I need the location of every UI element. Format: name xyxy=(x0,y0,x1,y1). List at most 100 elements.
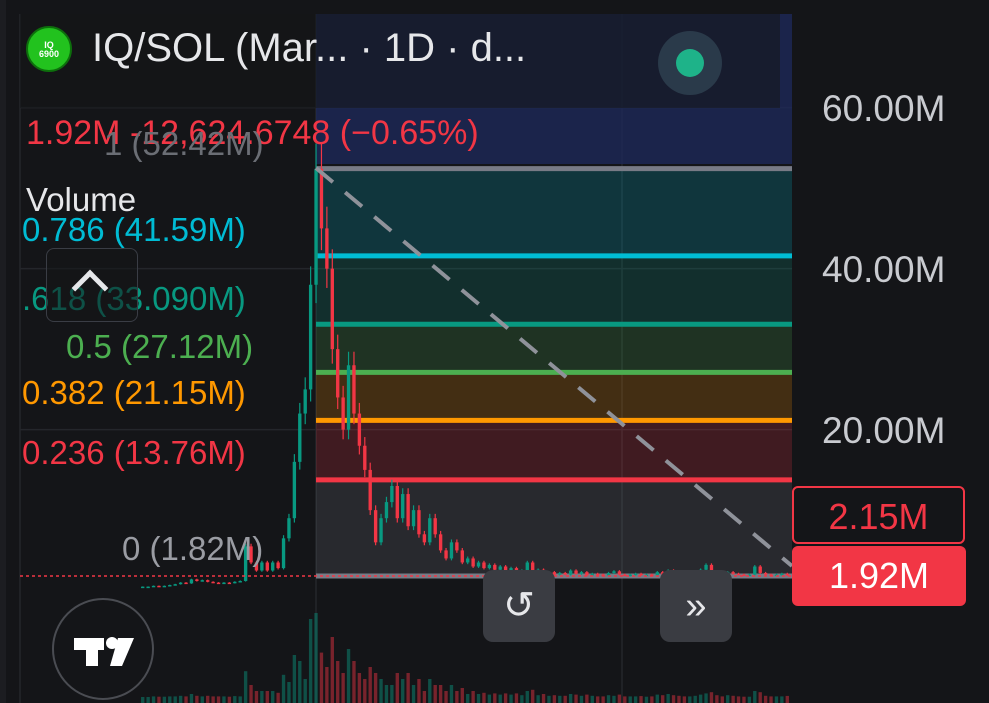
volume-bar xyxy=(346,649,351,703)
candle-body xyxy=(395,486,399,519)
volume-bar xyxy=(449,685,454,703)
volume-bar xyxy=(281,674,286,703)
candle-body xyxy=(736,573,741,576)
volume-bar xyxy=(753,691,757,703)
candle-body xyxy=(763,572,768,575)
candle-body xyxy=(785,573,789,576)
candle-body xyxy=(476,562,481,567)
volume-bar xyxy=(438,685,443,703)
candle-body xyxy=(590,573,594,576)
volume-bar xyxy=(742,696,746,703)
volume-bar xyxy=(455,691,459,703)
volume-bar xyxy=(401,679,405,703)
candle-body xyxy=(330,268,334,350)
volume-bar xyxy=(525,691,529,703)
volume-bar xyxy=(671,695,676,703)
scroll-to-latest-icon: » xyxy=(685,585,707,627)
candle-body xyxy=(325,228,329,269)
candle-body xyxy=(444,550,448,559)
volume-bar xyxy=(623,696,627,703)
candle-body xyxy=(200,580,204,582)
candle-body xyxy=(384,502,389,519)
volume-bar xyxy=(536,695,540,703)
candle-body xyxy=(466,558,470,563)
candle-body xyxy=(227,582,232,585)
candle-body xyxy=(379,518,383,543)
candle-body xyxy=(428,518,432,543)
volume-bar xyxy=(466,694,470,703)
volume-bar xyxy=(460,688,464,703)
candle-body xyxy=(596,573,600,576)
volume-bar xyxy=(363,679,367,703)
volume-bar xyxy=(433,685,437,703)
candle-body xyxy=(655,572,659,576)
volume-bar xyxy=(774,696,779,703)
collapse-legend-button[interactable] xyxy=(46,248,138,322)
candle-body xyxy=(151,585,156,588)
volume-bar xyxy=(178,695,183,703)
symbol-title[interactable]: IQ/SOL (Mar... · 1D · d... xyxy=(92,26,526,71)
candle-body xyxy=(617,571,622,575)
volume-bar xyxy=(503,693,508,703)
candle-body xyxy=(455,542,459,551)
candle-body xyxy=(189,579,194,584)
volume-bar xyxy=(368,667,372,703)
market-status-button[interactable] xyxy=(658,31,722,95)
volume-bar xyxy=(590,695,594,703)
fib-label-0: 0 (1.82M) xyxy=(122,530,264,567)
volume-bar xyxy=(769,696,773,703)
volume-bar xyxy=(157,696,161,703)
candle-body xyxy=(184,582,188,585)
volume-bar xyxy=(238,696,242,703)
candle-body xyxy=(460,550,464,563)
volume-bar xyxy=(173,696,177,703)
volume-bar xyxy=(726,695,730,703)
reset-chart-button[interactable]: ↺ xyxy=(483,570,555,642)
volume-bar xyxy=(189,694,194,703)
candle-body xyxy=(579,572,584,574)
volume-bar xyxy=(736,696,741,703)
candle-body xyxy=(141,586,145,589)
volume-bar xyxy=(222,696,226,703)
volume-bar xyxy=(758,692,762,703)
tradingview-logo-icon[interactable] xyxy=(52,598,154,700)
volume-bar xyxy=(785,695,789,703)
candle-body xyxy=(422,534,427,543)
price-axis-label-60m: 60.00M xyxy=(822,88,946,129)
volume-bar xyxy=(298,661,302,703)
volume-bar xyxy=(780,696,784,703)
volume-bar xyxy=(709,692,714,703)
price-axis-label-20m: 20.00M xyxy=(822,410,946,451)
candle-body xyxy=(336,349,340,398)
high-price-tag: 2.15M xyxy=(792,486,965,544)
candle-body xyxy=(493,564,497,570)
candle-body xyxy=(406,494,410,527)
candle-body xyxy=(352,365,356,414)
volume-bar xyxy=(379,679,383,703)
candle-body xyxy=(606,572,611,576)
volume-bar xyxy=(303,679,307,703)
candle-body xyxy=(780,573,784,576)
volume-bar xyxy=(633,696,638,703)
fib-label-05: 0.5 (27.12M) xyxy=(66,328,254,365)
symbol-logo-text: IQ 6900 xyxy=(38,40,60,59)
candle-body xyxy=(390,486,394,503)
left-pane-edge xyxy=(0,0,6,703)
symbol-logo: IQ 6900 xyxy=(26,26,72,72)
volume-bar xyxy=(585,694,589,703)
volume-bar xyxy=(493,693,497,703)
volume-bar xyxy=(227,696,232,703)
candle-body xyxy=(157,585,161,588)
scroll-to-latest-button[interactable]: » xyxy=(660,570,732,642)
candle-body xyxy=(433,518,437,535)
candle-body xyxy=(146,586,150,589)
volume-bar xyxy=(639,696,643,703)
candle-body xyxy=(585,572,589,576)
volume-bar xyxy=(200,696,204,703)
volume-bar xyxy=(287,682,291,703)
candle-body xyxy=(206,580,210,582)
volume-bar xyxy=(715,695,719,703)
volume-bar xyxy=(558,695,562,703)
candle-body xyxy=(758,566,762,573)
volume-bar xyxy=(688,696,692,703)
